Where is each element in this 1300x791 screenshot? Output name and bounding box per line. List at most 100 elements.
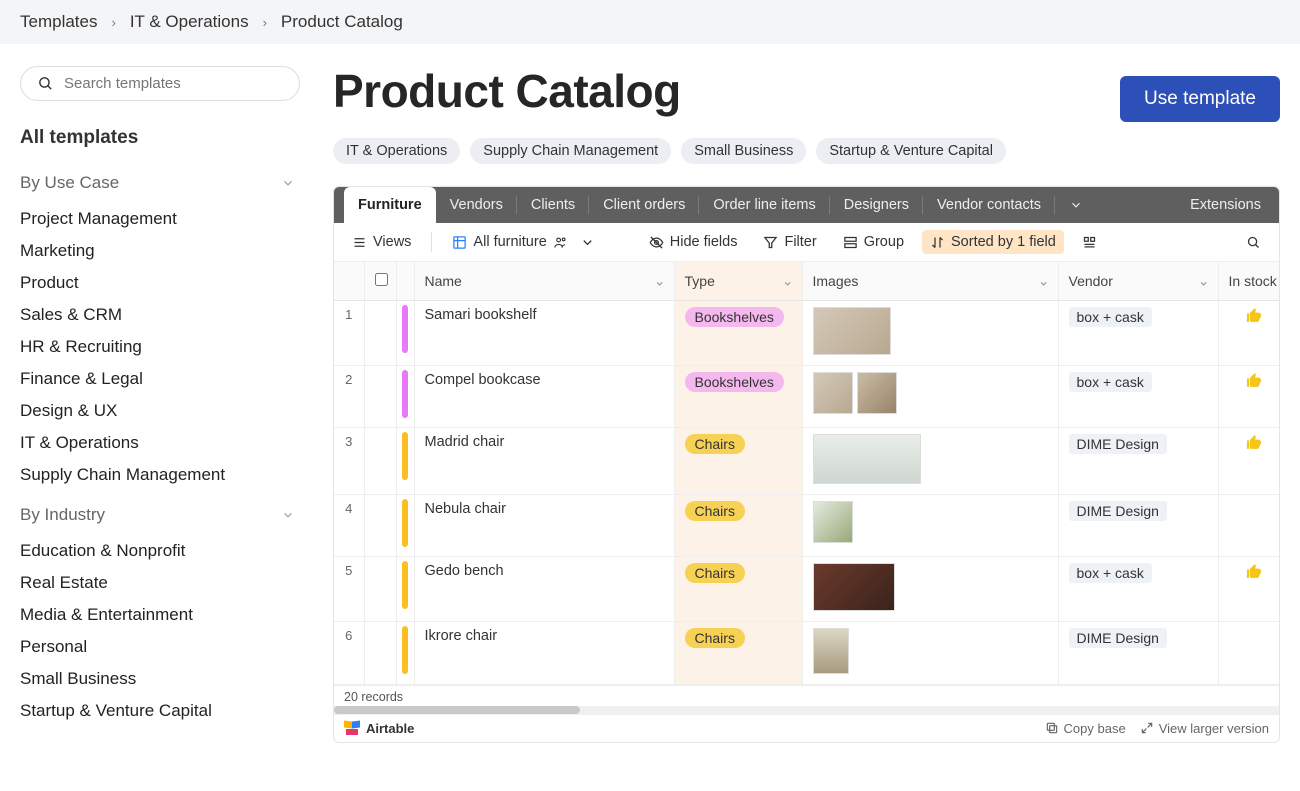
cell-images[interactable]	[802, 494, 1058, 556]
image-thumbnail[interactable]	[813, 372, 853, 414]
sidebar-item[interactable]: Small Business	[20, 663, 295, 695]
table-row[interactable]: 6Ikrore chairChairsDIME Design	[334, 621, 1279, 684]
sidebar-item[interactable]: Product	[20, 267, 295, 299]
cell-vendor[interactable]: DIME Design	[1058, 427, 1218, 494]
search-wrapper[interactable]	[20, 66, 300, 101]
cell-instock[interactable]	[1218, 300, 1279, 365]
cell-type[interactable]: Bookshelves	[674, 300, 802, 365]
image-thumbnail[interactable]	[813, 307, 891, 355]
use-template-button[interactable]: Use template	[1120, 76, 1280, 122]
cell-vendor[interactable]: box + cask	[1058, 300, 1218, 365]
cell-type[interactable]: Chairs	[674, 556, 802, 621]
cell-images[interactable]	[802, 556, 1058, 621]
tab-client-orders[interactable]: Client orders	[589, 187, 699, 223]
image-thumbnail[interactable]	[813, 501, 853, 543]
horizontal-scrollbar[interactable]	[334, 706, 1279, 714]
view-selector[interactable]: All furniture	[444, 230, 602, 254]
cell-vendor[interactable]: box + cask	[1058, 556, 1218, 621]
col-images[interactable]: Images⌄	[802, 262, 1058, 300]
search-input[interactable]	[64, 75, 283, 92]
cell-type[interactable]: Chairs	[674, 621, 802, 684]
tab-furniture[interactable]: Furniture	[344, 187, 436, 223]
sidebar-item[interactable]: Education & Nonprofit	[20, 535, 295, 567]
sidebar-item[interactable]: Project Management	[20, 203, 295, 235]
select-all[interactable]	[364, 262, 396, 300]
image-thumbnail[interactable]	[857, 372, 897, 414]
cell-type[interactable]: Chairs	[674, 494, 802, 556]
cell-images[interactable]	[802, 365, 1058, 427]
cell-vendor[interactable]: DIME Design	[1058, 621, 1218, 684]
cell-name[interactable]: Madrid chair	[414, 427, 674, 494]
cell-instock[interactable]	[1218, 365, 1279, 427]
view-larger-button[interactable]: View larger version	[1140, 721, 1269, 736]
tag[interactable]: Small Business	[681, 138, 806, 164]
table-row[interactable]: 5Gedo benchChairsbox + cask	[334, 556, 1279, 621]
views-button[interactable]: Views	[344, 230, 419, 254]
sidebar-item[interactable]: Design & UX	[20, 395, 295, 427]
table-row[interactable]: 2Compel bookcaseBookshelvesbox + cask	[334, 365, 1279, 427]
cell-type[interactable]: Bookshelves	[674, 365, 802, 427]
tab-vendor-contacts[interactable]: Vendor contacts	[923, 187, 1055, 223]
sidebar-item[interactable]: IT & Operations	[20, 427, 295, 459]
copy-base-button[interactable]: Copy base	[1045, 721, 1126, 736]
sidebar-item[interactable]: Supply Chain Management	[20, 459, 295, 491]
col-type[interactable]: Type⌄	[674, 262, 802, 300]
airtable-brand[interactable]: Airtable	[344, 721, 414, 736]
hide-fields-button[interactable]: Hide fields	[641, 230, 746, 254]
tag[interactable]: IT & Operations	[333, 138, 460, 164]
section-by-use-case[interactable]: By Use Case	[20, 173, 295, 193]
cell-name[interactable]: Samari bookshelf	[414, 300, 674, 365]
col-vendor[interactable]: Vendor⌄	[1058, 262, 1218, 300]
cell-type[interactable]: Chairs	[674, 427, 802, 494]
tabs-more[interactable]	[1055, 187, 1097, 223]
tag[interactable]: Startup & Venture Capital	[816, 138, 1006, 164]
sidebar-item[interactable]: Real Estate	[20, 567, 295, 599]
filter-button[interactable]: Filter	[755, 230, 824, 254]
select-all-checkbox[interactable]	[375, 273, 388, 286]
cell-images[interactable]	[802, 427, 1058, 494]
cell-name[interactable]: Compel bookcase	[414, 365, 674, 427]
sidebar-item[interactable]: Finance & Legal	[20, 363, 295, 395]
image-thumbnail[interactable]	[813, 434, 921, 484]
table-row[interactable]: 4Nebula chairChairsDIME Design	[334, 494, 1279, 556]
cell-vendor[interactable]: DIME Design	[1058, 494, 1218, 556]
image-thumbnail[interactable]	[813, 628, 849, 674]
cell-instock[interactable]	[1218, 621, 1279, 684]
cell-name[interactable]: Nebula chair	[414, 494, 674, 556]
cell-images[interactable]	[802, 621, 1058, 684]
cell-instock[interactable]	[1218, 494, 1279, 556]
sort-button[interactable]: Sorted by 1 field	[922, 230, 1064, 254]
cell-vendor[interactable]: box + cask	[1058, 365, 1218, 427]
sidebar-item[interactable]: HR & Recruiting	[20, 331, 295, 363]
table-row[interactable]: 3Madrid chairChairsDIME Design	[334, 427, 1279, 494]
thumbs-up-icon	[1243, 372, 1265, 389]
sidebar-item[interactable]: Marketing	[20, 235, 295, 267]
sidebar-item[interactable]: Startup & Venture Capital	[20, 695, 295, 727]
group-button[interactable]: Group	[835, 230, 912, 254]
cell-images[interactable]	[802, 300, 1058, 365]
view-larger-label: View larger version	[1159, 721, 1269, 736]
cell-name[interactable]: Gedo bench	[414, 556, 674, 621]
tab-clients[interactable]: Clients	[517, 187, 589, 223]
tab-extensions[interactable]: Extensions	[1172, 187, 1279, 223]
cell-instock[interactable]	[1218, 556, 1279, 621]
sidebar-item[interactable]: Media & Entertainment	[20, 599, 295, 631]
breadcrumb-templates[interactable]: Templates	[20, 12, 97, 32]
col-instock[interactable]: In stock	[1218, 262, 1279, 300]
sidebar-item[interactable]: Sales & CRM	[20, 299, 295, 331]
cell-name[interactable]: Ikrore chair	[414, 621, 674, 684]
all-templates-link[interactable]: All templates	[20, 127, 295, 149]
breadcrumb-category[interactable]: IT & Operations	[130, 12, 249, 32]
search-records-button[interactable]	[1238, 231, 1269, 254]
section-by-industry[interactable]: By Industry	[20, 505, 295, 525]
tab-vendors[interactable]: Vendors	[436, 187, 517, 223]
color-button[interactable]	[1074, 231, 1105, 254]
table-row[interactable]: 1Samari bookshelfBookshelvesbox + cask	[334, 300, 1279, 365]
tag[interactable]: Supply Chain Management	[470, 138, 671, 164]
image-thumbnail[interactable]	[813, 563, 895, 611]
sidebar-item[interactable]: Personal	[20, 631, 295, 663]
tab-order-line-items[interactable]: Order line items	[699, 187, 829, 223]
col-name[interactable]: Name⌄	[414, 262, 674, 300]
cell-instock[interactable]	[1218, 427, 1279, 494]
tab-designers[interactable]: Designers	[830, 187, 923, 223]
